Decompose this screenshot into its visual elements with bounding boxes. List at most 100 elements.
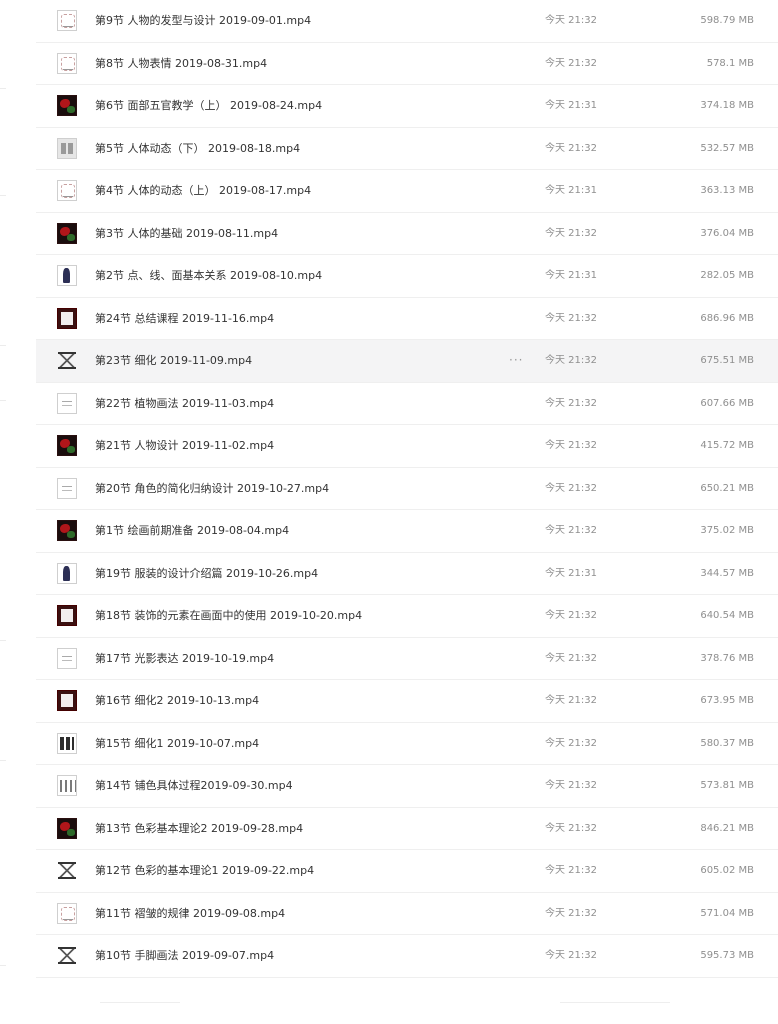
file-name[interactable]: 第13节 色彩基本理论2 2019-09-28.mp4 (95, 808, 303, 850)
file-name[interactable]: 第2节 点、线、面基本关系 2019-08-10.mp4 (95, 255, 322, 297)
video-thumbnail-icon[interactable] (57, 435, 77, 456)
modified-time: 今天 21:32 (545, 312, 597, 324)
modified-time: 今天 21:32 (545, 57, 597, 69)
file-name[interactable]: 第1节 绘画前期准备 2019-08-04.mp4 (95, 510, 289, 552)
file-row[interactable]: 第6节 面部五官教学（上） 2019-08-24.mp4 今天 21:31 374.… (36, 85, 778, 128)
file-name[interactable]: 第11节 褶皱的规律 2019-09-08.mp4 (95, 893, 285, 935)
video-thumbnail-icon[interactable] (57, 562, 77, 584)
video-thumbnail-icon[interactable] (57, 732, 77, 754)
file-name[interactable]: 第9节 人物的发型与设计 2019-09-01.mp4 (95, 0, 311, 42)
modified-time: 今天 21:31 (545, 270, 597, 281)
file-size: 532.57 MB (700, 142, 754, 154)
file-name[interactable]: 第6节 面部五官教学（上） 2019-08-24.mp4 (95, 85, 322, 127)
file-size: 363.13 MB (700, 185, 754, 196)
bottom-divider-right (560, 1002, 670, 1003)
modified-time: 今天 21:32 (545, 355, 597, 366)
file-row[interactable]: 第21节 人物设计 2019-11-02.mp4 今天 21:32 415.72 M… (36, 425, 778, 468)
file-row[interactable]: 第15节 细化1 2019-10-07.mp4 今天 21:32 580.37 MB (36, 723, 778, 765)
file-row[interactable]: 第10节 手脚画法 2019-09-07.mp4 今天 21:32 595.73 M… (36, 935, 778, 978)
modified-time: 今天 21:32 (545, 15, 597, 26)
file-row[interactable]: 第20节 角色的简化归纳设计 2019-10-27.mp4 今天 21:32 650… (36, 468, 778, 510)
video-thumbnail-icon[interactable] (57, 350, 77, 371)
file-size: 686.96 MB (700, 312, 754, 324)
file-name[interactable]: 第22节 植物画法 2019-11-03.mp4 (95, 383, 274, 425)
video-thumbnail-icon[interactable] (57, 137, 77, 159)
file-row[interactable]: 第17节 光影表达 2019-10-19.mp4 今天 21:32 378.76 M… (36, 638, 778, 680)
file-size: 415.72 MB (700, 440, 754, 451)
video-thumbnail-icon[interactable] (57, 775, 77, 796)
video-thumbnail-icon[interactable] (57, 605, 77, 626)
file-row[interactable]: 第19节 服装的设计介绍篇 2019-10-26.mp4 今天 21:31 344.… (36, 553, 778, 595)
file-name[interactable]: 第15节 细化1 2019-10-07.mp4 (95, 723, 259, 765)
modified-time: 今天 21:32 (545, 695, 597, 706)
file-name[interactable]: 第20节 角色的简化归纳设计 2019-10-27.mp4 (95, 468, 329, 510)
video-thumbnail-icon[interactable] (57, 222, 77, 244)
file-row[interactable]: 第12节 色彩的基本理论1 2019-09-22.mp4 今天 21:32 605.… (36, 850, 778, 893)
file-row[interactable]: 第3节 人体的基础 2019-08-11.mp4 今天 21:32 376.04 M… (36, 213, 778, 255)
video-thumbnail-icon[interactable] (57, 265, 77, 286)
file-row[interactable]: 第16节 细化2 2019-10-13.mp4 今天 21:32 673.95 MB (36, 680, 778, 723)
video-thumbnail-icon[interactable] (57, 520, 77, 541)
file-row[interactable]: 第5节 人体动态（下） 2019-08-18.mp4 今天 21:32 532.57… (36, 128, 778, 170)
modified-time: 今天 21:31 (545, 567, 597, 579)
file-row[interactable]: 第18节 装饰的元素在画面中的使用 2019-10-20.mp4 今天 21:32… (36, 595, 778, 638)
file-name[interactable]: 第12节 色彩的基本理论1 2019-09-22.mp4 (95, 850, 314, 892)
file-size: 282.05 MB (700, 270, 754, 281)
modified-time: 今天 21:32 (545, 397, 597, 409)
file-row[interactable]: 第4节 人体的动态（上） 2019-08-17.mp4 今天 21:31 363.1… (36, 170, 778, 213)
gutter-tick (0, 400, 6, 401)
file-size: 598.79 MB (700, 15, 754, 26)
file-size: 580.37 MB (700, 737, 754, 749)
file-name[interactable]: 第16节 细化2 2019-10-13.mp4 (95, 680, 259, 722)
file-size: 595.73 MB (700, 950, 754, 961)
file-row[interactable]: 第13节 色彩基本理论2 2019-09-28.mp4 今天 21:32 846.2… (36, 808, 778, 850)
file-size: 607.66 MB (700, 397, 754, 409)
modified-time: 今天 21:32 (545, 610, 597, 621)
file-name[interactable]: 第23节 细化 2019-11-09.mp4 (95, 340, 252, 382)
video-thumbnail-icon[interactable] (57, 95, 77, 116)
file-size: 640.54 MB (700, 610, 754, 621)
video-thumbnail-icon[interactable] (57, 817, 77, 839)
video-thumbnail-icon[interactable] (57, 392, 77, 414)
more-options-icon[interactable]: ··· (509, 340, 523, 380)
file-name[interactable]: 第19节 服装的设计介绍篇 2019-10-26.mp4 (95, 553, 318, 595)
video-thumbnail-icon[interactable] (57, 902, 77, 924)
file-row[interactable]: 第11节 褶皱的规律 2019-09-08.mp4 今天 21:32 571.04 … (36, 893, 778, 935)
file-name[interactable]: 第18节 装饰的元素在画面中的使用 2019-10-20.mp4 (95, 595, 362, 637)
file-size: 673.95 MB (700, 695, 754, 706)
file-name[interactable]: 第10节 手脚画法 2019-09-07.mp4 (95, 935, 274, 977)
video-thumbnail-icon[interactable] (57, 647, 77, 669)
file-row[interactable]: 第9节 人物的发型与设计 2019-09-01.mp4 今天 21:32 598.7… (36, 0, 778, 43)
file-name[interactable]: 第8节 人物表情 2019-08-31.mp4 (95, 43, 267, 85)
video-thumbnail-icon[interactable] (57, 52, 77, 74)
file-name[interactable]: 第17节 光影表达 2019-10-19.mp4 (95, 638, 274, 680)
file-name[interactable]: 第4节 人体的动态（上） 2019-08-17.mp4 (95, 170, 311, 212)
video-thumbnail-icon[interactable] (57, 860, 77, 881)
modified-time: 今天 21:32 (545, 440, 597, 451)
modified-time: 今天 21:32 (545, 737, 597, 749)
video-thumbnail-icon[interactable] (57, 180, 77, 201)
file-name[interactable]: 第21节 人物设计 2019-11-02.mp4 (95, 425, 274, 467)
video-thumbnail-icon[interactable] (57, 477, 77, 499)
gutter-tick (0, 195, 6, 196)
file-size: 650.21 MB (700, 482, 754, 494)
file-row[interactable]: 第8节 人物表情 2019-08-31.mp4 今天 21:32 578.1 MB (36, 43, 778, 85)
file-name[interactable]: 第24节 总结课程 2019-11-16.mp4 (95, 298, 274, 340)
file-row[interactable]: 第2节 点、线、面基本关系 2019-08-10.mp4 今天 21:31 282.… (36, 255, 778, 298)
file-row[interactable]: 第22节 植物画法 2019-11-03.mp4 今天 21:32 607.66 M… (36, 383, 778, 425)
bottom-divider-left (100, 1002, 180, 1003)
file-row[interactable]: 第14节 铺色具体过程2019-09-30.mp4 今天 21:32 573.81 … (36, 765, 778, 808)
file-row[interactable]: 第23节 细化 2019-11-09.mp4 ··· 今天 21:32 675.51 … (36, 340, 778, 383)
video-thumbnail-icon[interactable] (57, 690, 77, 711)
file-row[interactable]: 第24节 总结课程 2019-11-16.mp4 今天 21:32 686.96 M… (36, 298, 778, 340)
video-thumbnail-icon[interactable] (57, 10, 77, 31)
file-name[interactable]: 第3节 人体的基础 2019-08-11.mp4 (95, 213, 278, 255)
gutter-tick (0, 345, 6, 346)
file-name[interactable]: 第5节 人体动态（下） 2019-08-18.mp4 (95, 128, 300, 170)
modified-time: 今天 21:32 (545, 822, 597, 834)
file-row[interactable]: 第1节 绘画前期准备 2019-08-04.mp4 今天 21:32 375.02 … (36, 510, 778, 553)
file-name[interactable]: 第14节 铺色具体过程2019-09-30.mp4 (95, 765, 293, 807)
file-size: 605.02 MB (700, 865, 754, 876)
video-thumbnail-icon[interactable] (57, 307, 77, 329)
video-thumbnail-icon[interactable] (57, 945, 77, 966)
